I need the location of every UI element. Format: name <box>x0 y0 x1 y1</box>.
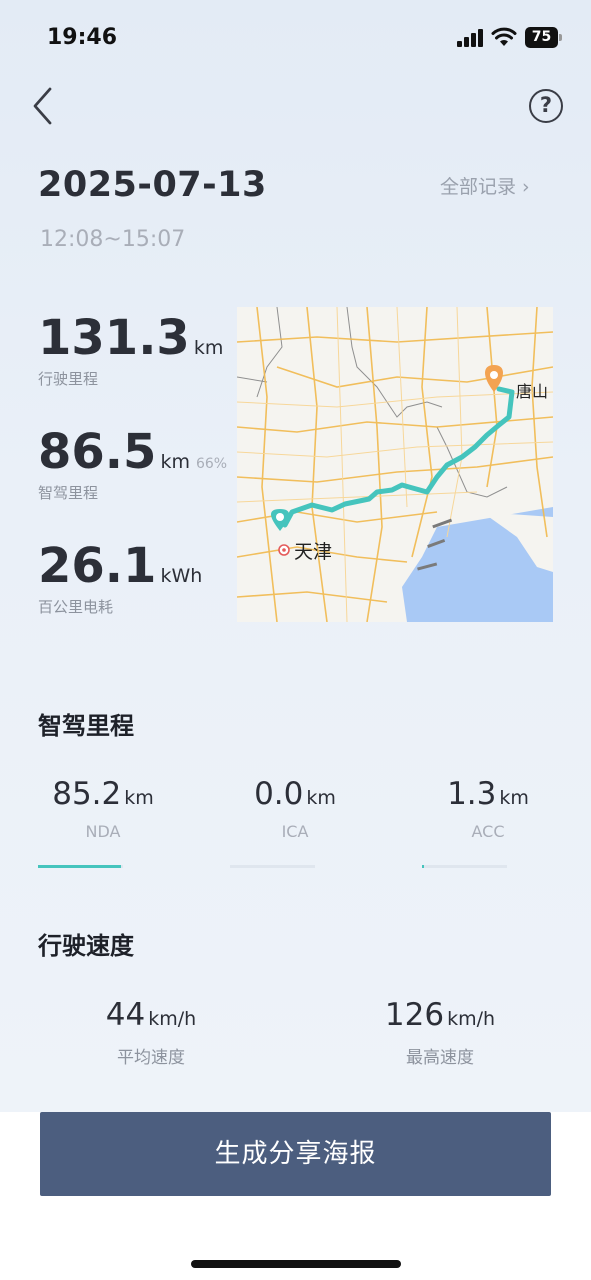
smart-drive-distance-value: 86.5 <box>38 424 157 480</box>
average-speed-value: 44 <box>105 997 146 1033</box>
wifi-icon <box>491 27 517 46</box>
total-distance-value: 131.3 <box>38 310 190 366</box>
battery-icon: 75 <box>525 27 563 48</box>
smart-drive-distance-label: 智驾里程 <box>38 484 99 502</box>
acc-progress-bar <box>422 865 424 868</box>
trip-time-range: 12:08~15:07 <box>40 227 186 252</box>
acc-value: 1.3 <box>447 776 497 812</box>
max-speed: 126 km/h 最高速度 <box>340 997 540 1068</box>
acc-unit: km <box>499 787 529 809</box>
max-speed-unit: km/h <box>447 1008 496 1030</box>
battery-level: 75 <box>525 27 558 48</box>
energy-consumption-value: 26.1 <box>38 538 157 594</box>
home-indicator <box>191 1260 401 1268</box>
smart-drive-distance-stat: 86.5 km 66% 智驾里程 <box>38 424 227 503</box>
generate-share-poster-button[interactable]: 生成分享海报 <box>40 1112 551 1196</box>
acc-progress-track <box>422 865 507 868</box>
origin-label: 天津 <box>294 541 332 563</box>
ica-label: ICA <box>281 822 309 841</box>
max-speed-value: 126 <box>384 997 445 1033</box>
mode-ica[interactable]: 0.0 km ICA <box>215 776 375 841</box>
ica-value: 0.0 <box>254 776 304 812</box>
average-speed-unit: km/h <box>148 1008 197 1030</box>
route-map[interactable]: 天津 唐山 <box>237 307 553 622</box>
back-icon[interactable] <box>30 86 58 126</box>
average-speed: 44 km/h 平均速度 <box>51 997 251 1068</box>
energy-consumption-unit: kWh <box>160 565 203 587</box>
destination-label: 唐山 <box>516 382 548 401</box>
smart-drive-distance-unit: km <box>160 451 190 473</box>
ica-progress-track <box>230 865 315 868</box>
speed-section-title: 行驶速度 <box>38 932 134 960</box>
nda-value: 85.2 <box>52 776 122 812</box>
mode-nda[interactable]: 85.2 km NDA <box>23 776 183 841</box>
nda-unit: km <box>124 787 154 809</box>
total-distance-stat: 131.3 km 行驶里程 <box>38 310 223 389</box>
average-speed-label: 平均速度 <box>117 1048 185 1068</box>
smart-drive-percent: 66% <box>195 456 228 472</box>
help-icon[interactable]: ? <box>529 89 563 123</box>
status-bar: 19:46 75 <box>0 0 591 70</box>
acc-label: ACC <box>471 822 505 841</box>
mode-acc[interactable]: 1.3 km ACC <box>408 776 568 841</box>
total-distance-label: 行驶里程 <box>38 370 99 388</box>
nda-label: NDA <box>85 822 121 841</box>
smart-drive-section-title: 智驾里程 <box>38 712 134 740</box>
ica-unit: km <box>306 787 336 809</box>
total-distance-unit: km <box>193 337 224 359</box>
energy-consumption-label: 百公里电耗 <box>38 598 114 616</box>
max-speed-label: 最高速度 <box>406 1048 474 1068</box>
all-records-link[interactable]: 全部记录 › <box>440 172 530 199</box>
status-time: 19:46 <box>47 25 118 50</box>
trip-date: 2025-07-13 <box>38 165 267 205</box>
nda-progress-bar <box>38 865 121 868</box>
cellular-signal-icon <box>457 29 485 47</box>
energy-consumption-stat: 26.1 kWh 百公里电耗 <box>38 538 202 617</box>
